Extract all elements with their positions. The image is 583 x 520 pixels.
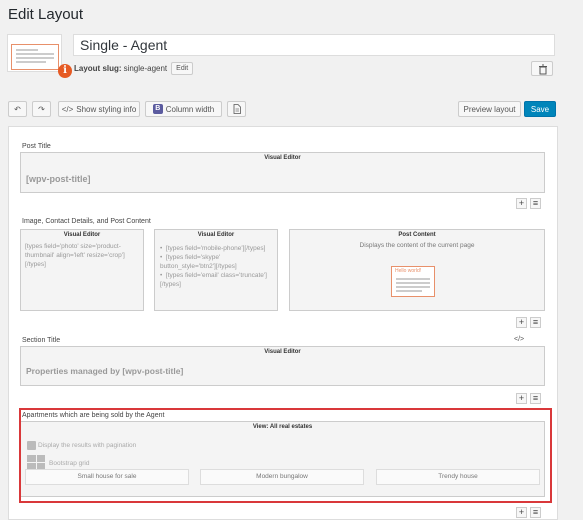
cell-title: Visual Editor (197, 232, 235, 238)
cell-title: Post Content (398, 232, 436, 238)
slug-value: single-agent (123, 64, 168, 73)
column-width-button[interactable]: B Column width (145, 101, 222, 117)
bootstrap-icon: B (152, 104, 163, 114)
row-menu-button[interactable]: ≡ (530, 198, 541, 209)
field-list: • [types field='mobile-phone'][/types] •… (160, 244, 272, 289)
cell-content: [types field='photo' size='product-thumb… (25, 243, 125, 268)
cell-title: Visual Editor (264, 349, 301, 355)
list-item: • [types field='skype' button_style='btn… (160, 254, 237, 270)
edit-slug-button[interactable]: Edit (171, 62, 194, 75)
document-icon (233, 104, 241, 114)
page-title: Edit Layout (8, 6, 84, 23)
save-button[interactable]: Save (524, 101, 556, 117)
post-content-preview: Hello world! (391, 266, 435, 297)
list-item: • [types field='mobile-phone'][/types] (160, 245, 266, 252)
visual-editor-cell[interactable]: Visual Editor Properties managed by [wpv… (20, 346, 545, 386)
code-icon[interactable]: </> (514, 336, 524, 343)
undo-icon: ↶ (14, 104, 21, 114)
highlight-box (19, 408, 552, 503)
layout-canvas: Post Title Visual Editor [wpv-post-title… (8, 126, 558, 520)
preview-layout-button[interactable]: Preview layout (458, 101, 521, 117)
trash-icon (539, 64, 547, 75)
row-menu-button[interactable]: ≡ (530, 507, 541, 518)
visual-editor-cell[interactable]: Visual Editor [types field='photo' size=… (20, 229, 144, 311)
cell-title: Visual Editor (63, 232, 101, 238)
row-label: Image, Contact Details, and Post Content (22, 218, 151, 225)
layout-thumbnail[interactable]: i (7, 34, 72, 78)
visual-editor-cell[interactable]: Visual Editor • [types field='mobile-pho… (154, 229, 278, 311)
thumbnail-frame (7, 34, 62, 72)
cell-title: Visual Editor (264, 155, 301, 161)
add-row-button[interactable]: + (516, 393, 527, 404)
delete-button[interactable] (531, 61, 553, 76)
redo-icon: ↷ (38, 104, 45, 114)
row-menu-button[interactable]: ≡ (530, 393, 541, 404)
undo-button[interactable]: ↶ (8, 101, 27, 117)
document-button[interactable] (227, 101, 246, 117)
row-menu-button[interactable]: ≡ (530, 317, 541, 328)
add-row-button[interactable]: + (516, 507, 527, 518)
thumbnail-preview (11, 44, 59, 70)
column-width-label: Column width (165, 104, 215, 114)
hello-world-text: Hello world! (395, 268, 422, 274)
layout-slug-row: Layout slug: single-agent Edit (74, 62, 194, 75)
post-content-cell[interactable]: Post Content Displays the content of the… (289, 229, 545, 311)
add-row-button[interactable]: + (516, 198, 527, 209)
cell-content: [wpv-post-title] (26, 174, 91, 184)
code-icon: </> (61, 104, 74, 114)
slug-label: Layout slug: (74, 64, 122, 73)
add-row-button[interactable]: + (516, 317, 527, 328)
redo-button[interactable]: ↷ (32, 101, 51, 117)
list-item: • [types field='email' class='truncate']… (160, 272, 267, 288)
info-icon[interactable]: i (58, 64, 72, 78)
row-label: Section Title (22, 337, 61, 344)
show-styling-info-label: Show styling info (76, 104, 137, 114)
cell-content: Properties managed by [wpv-post-title] (26, 366, 184, 376)
visual-editor-cell[interactable]: Visual Editor [wpv-post-title] (20, 152, 545, 193)
show-styling-info-button[interactable]: </> Show styling info (58, 101, 140, 117)
cell-subtitle: Displays the content of the current page (359, 242, 475, 249)
layout-title-input[interactable] (73, 34, 555, 56)
row-label: Post Title (22, 143, 51, 150)
